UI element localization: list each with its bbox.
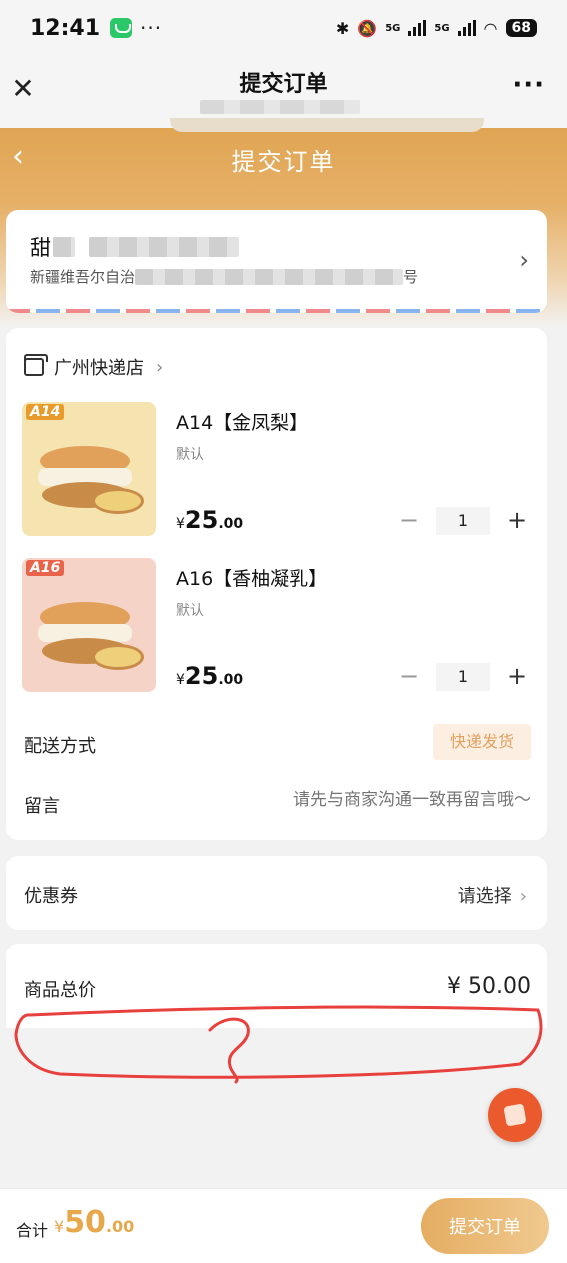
product-image: A14 (22, 402, 156, 536)
order-card: 广州快递店 › A14 A14【金凤梨】 默认 ¥25.00 − 1 + A16… (6, 328, 547, 840)
chevron-right-icon: › (519, 886, 527, 907)
increase-button[interactable]: + (502, 662, 532, 692)
decrease-button[interactable]: − (394, 662, 424, 692)
product-name: A14【金凤梨】 (176, 412, 309, 434)
store-row[interactable]: 广州快递店 › (24, 354, 163, 380)
address-line-prefix: 新疆维吾尔自治 (30, 268, 136, 286)
nav-title: 提交订单 (239, 72, 328, 97)
coupon-label: 优惠券 (24, 886, 78, 907)
product-price: ¥25.00 (176, 662, 243, 690)
product-spec: 默认 (176, 447, 204, 463)
product-spec: 默认 (176, 603, 204, 619)
page-title: 提交订单 (231, 148, 336, 176)
address-card[interactable]: 甜 新疆维吾尔自治 号 › (6, 210, 547, 313)
currency-symbol: ¥ (176, 672, 185, 688)
status-bar: 12:41 ··· ✱ 🔕 5G 5G ◠ 68 (0, 0, 567, 56)
nav-subtitle-redacted (200, 100, 360, 114)
increase-button[interactable]: + (502, 506, 532, 536)
product-item: A16 A16【香柚凝乳】 默认 ¥25.00 − 1 + (22, 558, 532, 692)
price-integer: 25 (184, 662, 219, 690)
store-icon (24, 354, 48, 376)
submit-order-button[interactable]: 提交订单 (421, 1198, 549, 1254)
status-time: 12:41 (30, 15, 101, 41)
signal-icon-2 (457, 20, 476, 36)
bottom-bar: 合计 ¥50.00 提交订单 (0, 1188, 567, 1263)
redacted-name (53, 237, 75, 257)
network-type-1: 5G (385, 22, 401, 34)
product-price: ¥25.00 (176, 506, 243, 534)
currency-symbol: ¥ (176, 516, 185, 532)
price-decimal: .00 (218, 516, 244, 532)
wifi-icon: ◠ (483, 18, 498, 38)
more-notifications-icon: ··· (140, 16, 163, 40)
sum-label: 合计 (16, 1221, 49, 1240)
recipient-name-text: 甜 (30, 236, 51, 260)
more-menu-icon[interactable]: ··· (512, 70, 545, 100)
redacted-phone (89, 237, 239, 257)
shipping-label: 配送方式 (24, 736, 96, 757)
coupon-value-text: 请选择 (457, 886, 512, 907)
price-integer: 25 (184, 506, 219, 534)
message-input[interactable] (231, 790, 531, 810)
price-decimal: .00 (218, 672, 244, 688)
bluetooth-icon: ✱ (335, 18, 350, 38)
coupon-value: 请选择 › (458, 882, 527, 908)
mute-icon: 🔕 (357, 18, 378, 38)
quantity-stepper: − 1 + (394, 662, 532, 692)
product-tag: A16 (26, 560, 65, 576)
chevron-right-icon: › (156, 356, 164, 378)
nav-tab-bump (170, 118, 484, 132)
app-notification-icon (110, 18, 133, 38)
status-icons: ✱ 🔕 5G 5G ◠ 68 (336, 19, 537, 38)
recipient-name: 甜 (30, 232, 239, 262)
chevron-right-icon: › (519, 246, 529, 274)
shipping-method-tag[interactable]: 快递发货 (433, 724, 531, 760)
product-item: A14 A14【金凤梨】 默认 ¥25.00 − 1 + (22, 402, 532, 536)
coupon-row[interactable]: 优惠券 请选择 › (6, 856, 547, 930)
message-label: 留言 (24, 796, 60, 817)
quantity-value[interactable]: 1 (436, 663, 490, 691)
floating-action-button[interactable] (488, 1088, 542, 1142)
redacted-address (135, 268, 404, 285)
product-tag: A14 (26, 404, 65, 420)
sum-price: ¥50.00 (54, 1205, 134, 1240)
address-line-suffix: 号 (403, 268, 419, 286)
envelope-border (6, 309, 547, 313)
battery-icon: 68 (505, 19, 537, 37)
product-image: A16 (22, 558, 156, 692)
store-name: 广州快递店 (54, 358, 144, 379)
network-type-2: 5G (434, 22, 450, 34)
sum-integer: 50 (64, 1205, 106, 1240)
address-line: 新疆维吾尔自治 号 (30, 266, 418, 287)
product-name: A16【香柚凝乳】 (176, 568, 328, 590)
signal-icon-1 (408, 20, 427, 36)
cube-icon (503, 1103, 527, 1127)
quantity-value[interactable]: 1 (436, 507, 490, 535)
decrease-button[interactable]: − (394, 506, 424, 536)
sum-decimal: .00 (105, 1217, 135, 1236)
quantity-stepper: − 1 + (394, 506, 532, 536)
currency-symbol: ¥ (54, 1217, 65, 1236)
annotation-scribble (14, 1005, 543, 1084)
